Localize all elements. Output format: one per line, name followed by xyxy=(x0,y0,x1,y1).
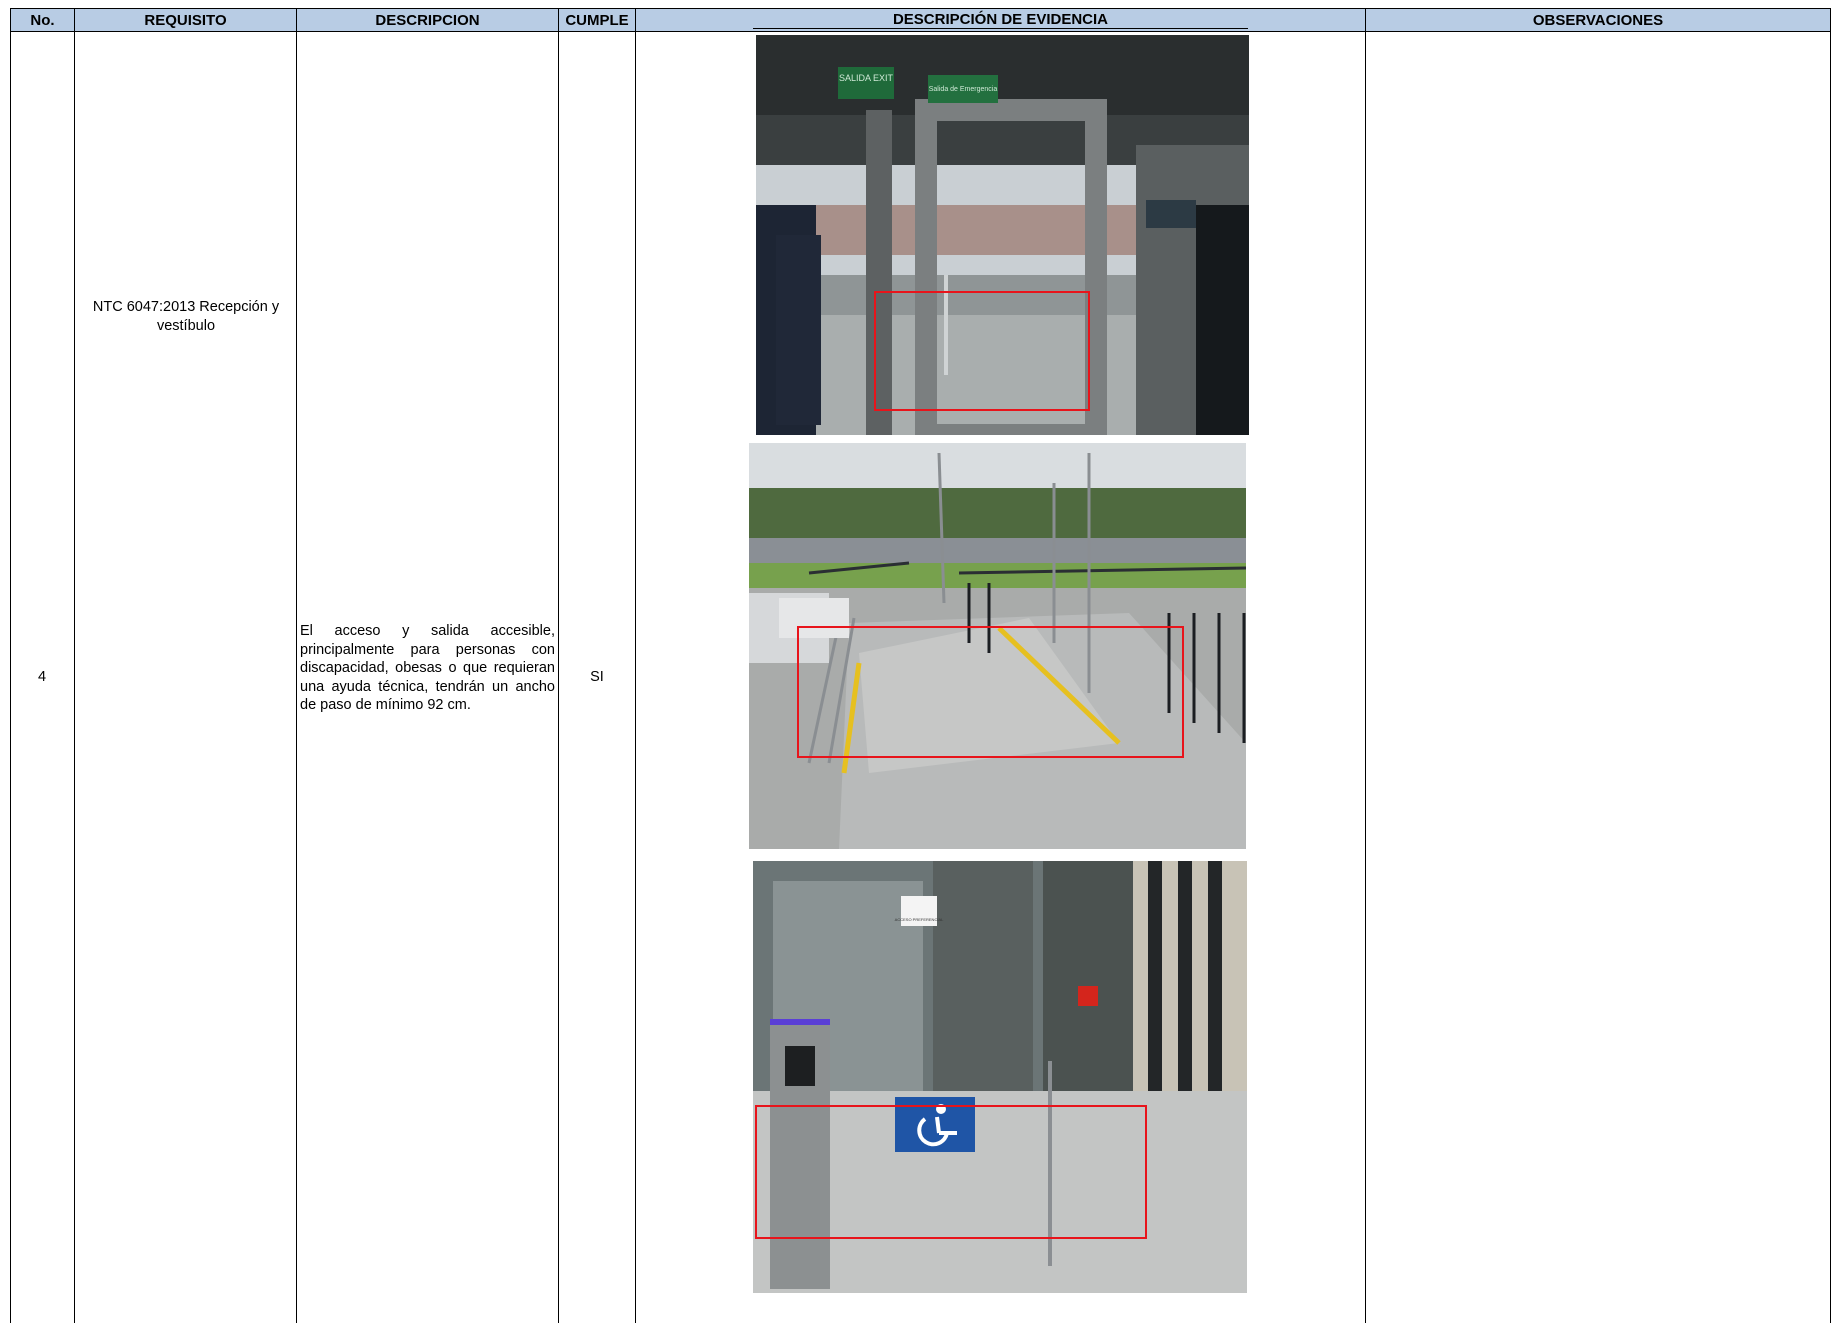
sign-exit-text: SALIDA EXIT xyxy=(839,73,894,83)
header-evidencia: DESCRIPCIÓN DE EVIDENCIA xyxy=(635,8,1366,32)
highlight-box xyxy=(755,1105,1147,1239)
column-line xyxy=(296,8,297,1323)
highlight-box xyxy=(874,291,1090,411)
column-line xyxy=(10,8,11,1323)
header-observaciones: OBSERVACIONES xyxy=(1365,8,1831,32)
header-evidencia-label: DESCRIPCIÓN DE EVIDENCIA xyxy=(752,11,1249,29)
column-line xyxy=(635,8,636,1323)
evidence-table: No. REQUISITO DESCRIPCION CUMPLE DESCRIP… xyxy=(10,8,1831,1323)
column-line xyxy=(558,8,559,1323)
requisito-cell: NTC 6047:2013 Recepción y vestíbulo xyxy=(92,299,280,334)
preferential-sign-text: ACCESO PREFERENCIAL xyxy=(895,917,944,922)
cumple-cell: SI xyxy=(590,669,604,685)
header-descripcion: DESCRIPCION xyxy=(296,8,559,32)
row-number: 4 xyxy=(37,669,47,685)
header-no: No. xyxy=(10,8,75,32)
column-line xyxy=(1365,8,1366,1323)
column-line xyxy=(74,8,75,1323)
highlight-box xyxy=(797,626,1184,758)
descripcion-cell: El acceso y salida accesible, principalm… xyxy=(300,623,555,714)
evidence-photo-ramp xyxy=(749,443,1246,849)
evidence-photo-entrance-gate: SALIDA EXIT Salida de Emergencia xyxy=(756,35,1249,435)
column-line xyxy=(1830,8,1831,1323)
sign-emergency-text: Salida de Emergencia xyxy=(929,86,998,93)
header-requisito: REQUISITO xyxy=(74,8,297,32)
evidence-photo-accessible-turnstile: ACCESO PREFERENCIAL xyxy=(753,861,1247,1293)
header-cumple: CUMPLE xyxy=(558,8,636,32)
